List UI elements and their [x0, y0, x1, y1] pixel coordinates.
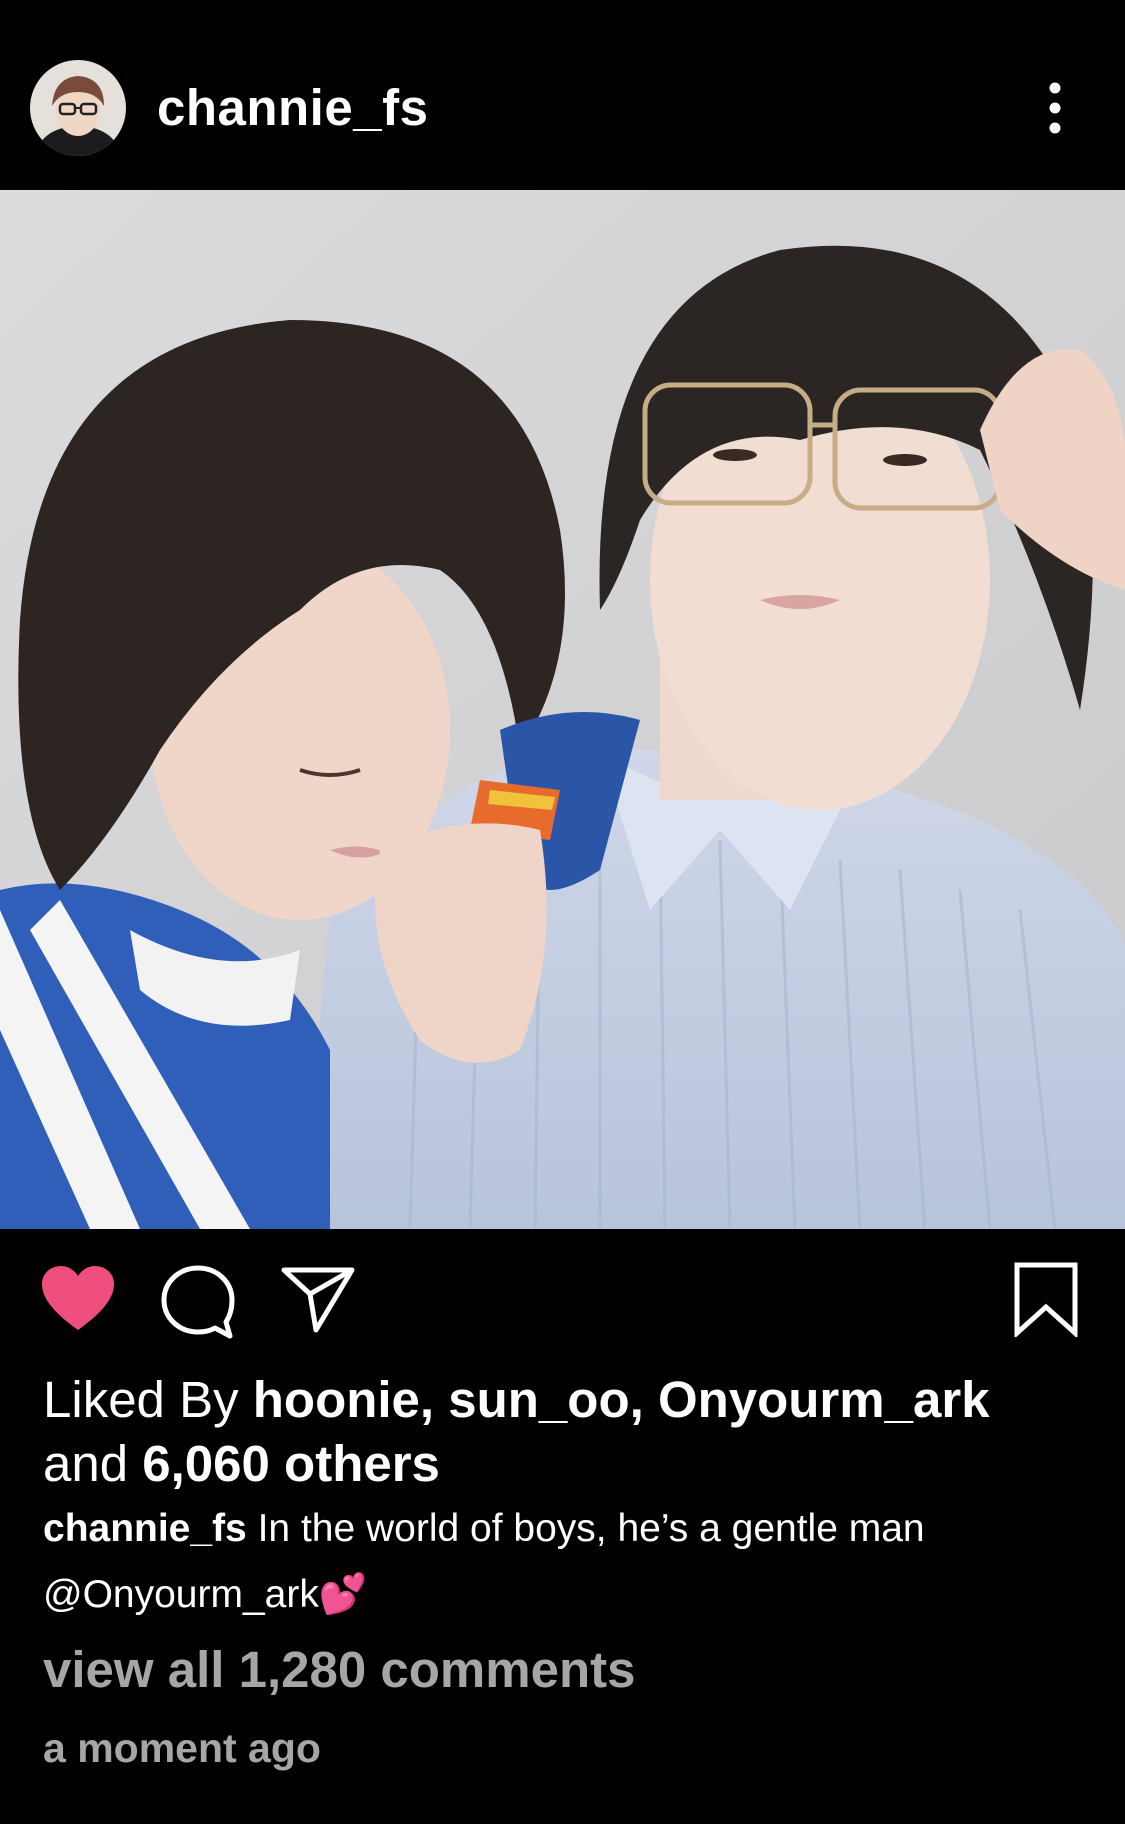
two-hearts-emoji: 💕 — [318, 1573, 368, 1616]
post-header: channie_fs — [0, 0, 1125, 190]
liked-by-and: and — [43, 1435, 129, 1492]
more-vertical-icon[interactable] — [1035, 78, 1075, 138]
paper-plane-icon[interactable] — [280, 1264, 356, 1341]
post-caption: channie_fs In the world of boys, he’s a … — [43, 1496, 1083, 1628]
post-photo[interactable] — [0, 190, 1125, 1229]
heart-filled-icon[interactable] — [40, 1264, 116, 1339]
liked-by-prefix: Liked By — [43, 1371, 239, 1428]
likes-summary: Liked By hoonie, sun_oo, Onyourm_ark and… — [43, 1368, 1083, 1496]
post-username[interactable]: channie_fs — [157, 78, 428, 137]
liked-by-users[interactable]: hoonie, sun_oo, Onyourm_ark — [253, 1371, 990, 1428]
profile-avatar[interactable] — [30, 60, 126, 156]
liked-by-others[interactable]: 6,060 others — [142, 1435, 440, 1492]
caption-text: In the world of boys, he’s a gentle man — [257, 1507, 925, 1550]
post-actions-bar — [0, 1229, 1125, 1369]
comment-bubble-icon[interactable] — [160, 1264, 236, 1345]
view-all-comments-link[interactable]: view all 1,280 comments — [43, 1640, 635, 1699]
post-timestamp: a moment ago — [43, 1725, 321, 1771]
bookmark-icon[interactable] — [1013, 1261, 1079, 1342]
caption-mention[interactable]: @Onyourm_ark — [43, 1573, 319, 1616]
caption-username[interactable]: channie_fs — [43, 1507, 247, 1550]
